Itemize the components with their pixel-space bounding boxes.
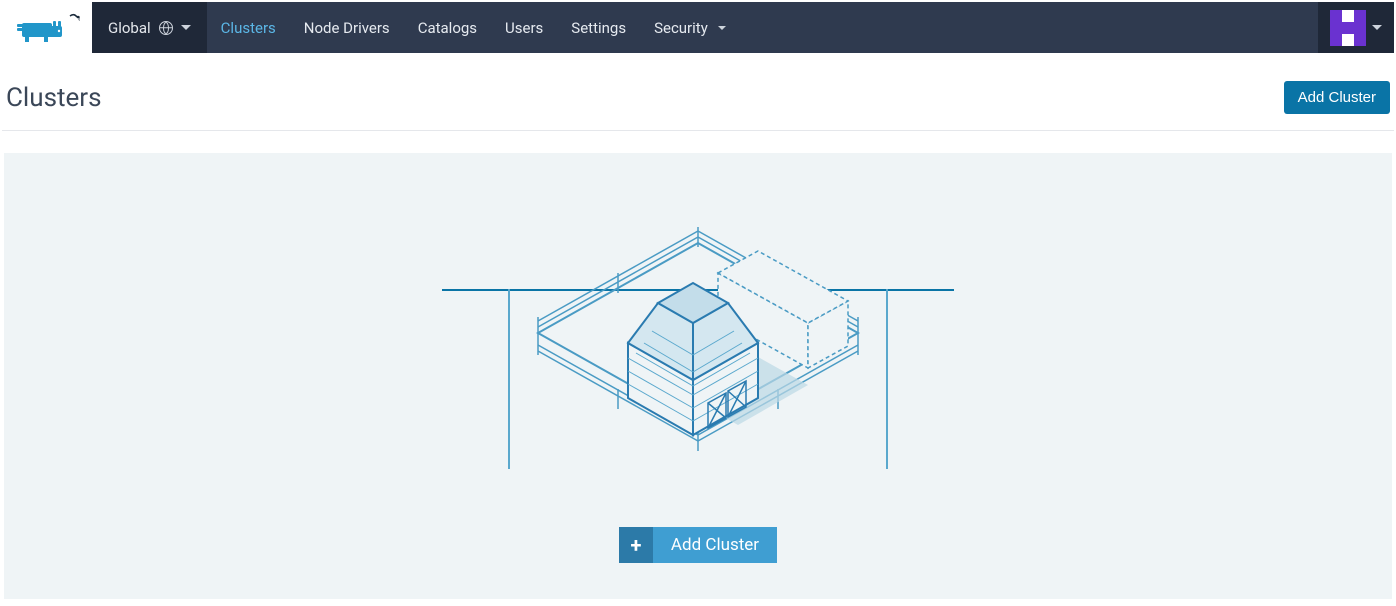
nav-users[interactable]: Users xyxy=(491,2,557,53)
avatar xyxy=(1330,10,1366,46)
nav-settings[interactable]: Settings xyxy=(557,2,640,53)
scope-selector[interactable]: Global xyxy=(92,2,207,53)
add-cluster-cta[interactable]: + Add Cluster xyxy=(619,527,777,563)
empty-state-illustration xyxy=(442,203,954,473)
empty-state: + Add Cluster xyxy=(4,153,1392,599)
nav-security[interactable]: Security xyxy=(640,2,740,53)
add-cluster-button[interactable]: Add Cluster xyxy=(1284,81,1390,114)
chevron-down-icon xyxy=(181,25,191,30)
barn-illustration-icon xyxy=(508,203,888,483)
svg-text:®: ® xyxy=(78,16,80,23)
top-navigation-bar: ® Global Clusters Node Drivers Catalogs … xyxy=(2,2,1394,53)
page-header: Clusters Add Cluster xyxy=(2,53,1394,131)
primary-nav: Clusters Node Drivers Catalogs Users Set… xyxy=(207,2,1318,53)
nav-clusters[interactable]: Clusters xyxy=(207,2,290,53)
globe-icon xyxy=(159,21,173,35)
cow-logo-icon: ® xyxy=(14,13,80,43)
add-cluster-cta-label: Add Cluster xyxy=(653,527,777,563)
chevron-down-icon xyxy=(718,26,726,30)
nav-node-drivers[interactable]: Node Drivers xyxy=(290,2,404,53)
user-menu[interactable] xyxy=(1318,2,1394,53)
page-title: Clusters xyxy=(6,83,102,113)
plus-icon: + xyxy=(619,527,653,563)
nav-catalogs[interactable]: Catalogs xyxy=(404,2,491,53)
chevron-down-icon xyxy=(1372,25,1382,30)
brand-logo[interactable]: ® xyxy=(2,2,92,53)
scope-label: Global xyxy=(108,19,151,37)
